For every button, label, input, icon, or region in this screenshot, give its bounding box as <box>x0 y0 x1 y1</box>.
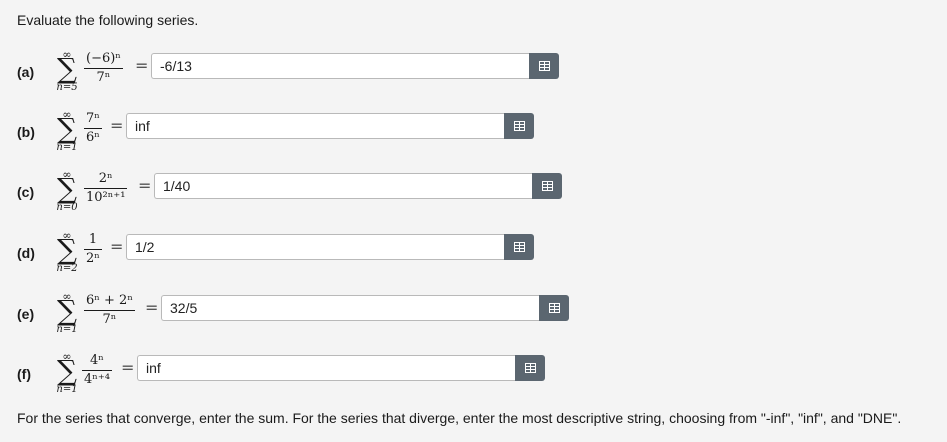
sigma-symbol: ∑ <box>57 354 77 387</box>
sigma-symbol: ∑ <box>57 172 77 205</box>
problem-d: (d) ∞ ∑ n=2 1 2ⁿ = 1/2 <box>0 229 947 289</box>
footer-instructions: For the series that converge, enter the … <box>17 410 902 426</box>
fraction: 4ⁿ 4ⁿ⁺⁴ <box>82 352 112 389</box>
instructions: Evaluate the following series. <box>17 12 199 28</box>
answer-input[interactable]: 1/2 <box>126 234 504 260</box>
fraction-denominator: 7ⁿ <box>96 70 111 85</box>
sum-index: n=1 <box>56 324 78 335</box>
fraction-denominator: 6ⁿ <box>86 130 100 145</box>
answer-input[interactable]: -6/13 <box>151 53 529 79</box>
problem-b: (b) ∞ ∑ n=1 7ⁿ 6ⁿ = inf <box>0 108 947 168</box>
sum-index: n=0 <box>56 202 78 213</box>
answer-input[interactable]: 32/5 <box>161 295 539 321</box>
problem-label: (f) <box>17 366 31 382</box>
equation-editor-button[interactable] <box>539 295 569 321</box>
problem-label: (e) <box>17 306 35 322</box>
grid-icon <box>513 121 525 131</box>
equation-editor-button[interactable] <box>504 113 534 139</box>
summation: ∞ ∑ n=1 <box>50 290 84 346</box>
grid-icon <box>524 363 536 373</box>
fraction-numerator: 7ⁿ <box>86 111 100 126</box>
equals-sign: = <box>135 56 149 75</box>
grid-icon <box>538 61 550 71</box>
sigma-symbol: ∑ <box>57 233 77 266</box>
fraction: 6ⁿ + 2ⁿ 7ⁿ <box>84 292 135 329</box>
grid-icon <box>548 303 560 313</box>
problem-label: (c) <box>17 184 35 200</box>
sigma-symbol: ∑ <box>57 52 77 85</box>
problem-label: (d) <box>17 245 35 261</box>
problem-f: (f) ∞ ∑ n=1 4ⁿ 4ⁿ⁺⁴ = inf <box>0 350 947 410</box>
sigma-symbol: ∑ <box>57 294 77 327</box>
problem-a: (a) ∞ ∑ n=5 (−6)ⁿ 7ⁿ = -6/13 <box>0 48 947 108</box>
problem-label: (a) <box>17 64 35 80</box>
answer-input[interactable]: 1/40 <box>154 173 532 199</box>
summation: ∞ ∑ n=1 <box>50 350 84 406</box>
summation: ∞ ∑ n=5 <box>50 48 84 104</box>
problem-e: (e) ∞ ∑ n=1 6ⁿ + 2ⁿ 7ⁿ = 32/5 <box>0 290 947 350</box>
fraction-numerator: (−6)ⁿ <box>86 51 121 66</box>
problem-label: (b) <box>17 124 35 140</box>
sum-index: n=2 <box>56 263 78 274</box>
equals-sign: = <box>110 116 124 135</box>
problem-c: (c) ∞ ∑ n=0 2ⁿ 10²ⁿ⁺¹ = 1/40 <box>0 168 947 228</box>
sum-index: n=5 <box>56 82 78 93</box>
fraction-numerator: 2ⁿ <box>98 171 113 186</box>
answer-input[interactable]: inf <box>126 113 504 139</box>
grid-icon <box>541 181 553 191</box>
grid-icon <box>513 242 525 252</box>
fraction: 1 2ⁿ <box>84 231 102 268</box>
equation-editor-button[interactable] <box>529 53 559 79</box>
summation: ∞ ∑ n=0 <box>50 168 84 224</box>
fraction-denominator: 7ⁿ <box>102 312 117 327</box>
equals-sign: = <box>138 176 152 195</box>
answer-input[interactable]: inf <box>137 355 515 381</box>
equation-editor-button[interactable] <box>515 355 545 381</box>
equals-sign: = <box>110 237 124 256</box>
sigma-symbol: ∑ <box>57 112 77 145</box>
sum-index: n=1 <box>56 142 78 153</box>
fraction-numerator: 1 <box>88 232 98 247</box>
fraction-numerator: 6ⁿ + 2ⁿ <box>86 293 133 308</box>
fraction-denominator: 4ⁿ⁺⁴ <box>84 372 110 387</box>
fraction: 7ⁿ 6ⁿ <box>84 110 102 147</box>
fraction-denominator: 10²ⁿ⁺¹ <box>86 190 126 205</box>
sum-index: n=1 <box>56 384 78 395</box>
fraction-numerator: 4ⁿ <box>90 353 104 368</box>
equation-editor-button[interactable] <box>504 234 534 260</box>
summation: ∞ ∑ n=2 <box>50 229 84 285</box>
summation: ∞ ∑ n=1 <box>50 108 84 164</box>
equals-sign: = <box>121 358 135 377</box>
fraction: (−6)ⁿ 7ⁿ <box>84 50 123 87</box>
fraction-denominator: 2ⁿ <box>86 251 100 266</box>
fraction: 2ⁿ 10²ⁿ⁺¹ <box>84 170 128 207</box>
equation-editor-button[interactable] <box>532 173 562 199</box>
equals-sign: = <box>145 298 159 317</box>
